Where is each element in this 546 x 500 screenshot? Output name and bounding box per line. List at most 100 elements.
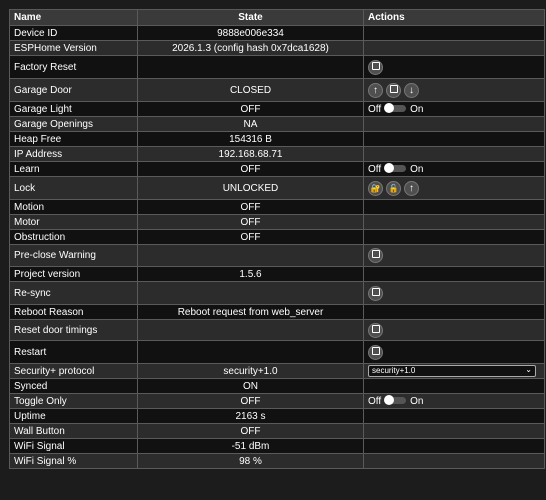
table-row-security-protocol: Security+ protocol security+1.0 security… bbox=[9, 363, 545, 379]
header-name: Name bbox=[9, 9, 138, 26]
row-name: Wall Button bbox=[9, 423, 138, 439]
table-row-lock: Lock UNLOCKED 🔐 🔓 ↑ bbox=[9, 176, 545, 200]
row-actions bbox=[363, 281, 545, 305]
row-name: Device ID bbox=[9, 25, 138, 41]
row-actions: security+1.0 ⌄ bbox=[363, 363, 545, 379]
garage-door-close-button[interactable]: ↓ bbox=[404, 82, 419, 98]
table-row-uptime: Uptime 2163 s bbox=[9, 408, 545, 424]
row-state: OFF bbox=[137, 229, 364, 245]
security-protocol-select[interactable]: security+1.0 ⌄ bbox=[368, 365, 536, 377]
table-row-re-sync: Re-sync bbox=[9, 281, 545, 305]
row-actions: 🔐 🔓 ↑ bbox=[363, 176, 545, 200]
row-name: Project version bbox=[9, 266, 138, 282]
select-value: security+1.0 bbox=[372, 366, 416, 375]
row-name: Pre-close Warning bbox=[9, 244, 138, 267]
row-actions bbox=[363, 408, 545, 424]
row-name: Obstruction bbox=[9, 229, 138, 245]
row-name: Garage Openings bbox=[9, 116, 138, 132]
row-name: Garage Light bbox=[9, 101, 138, 117]
table-header-row: Name State Actions bbox=[9, 9, 545, 26]
row-name: Lock bbox=[9, 176, 138, 200]
toggle-knob bbox=[384, 162, 395, 173]
table-row-restart: Restart bbox=[9, 340, 545, 364]
row-name: Motion bbox=[9, 199, 138, 215]
row-actions bbox=[363, 304, 545, 320]
row-actions: Off On bbox=[363, 101, 545, 117]
garage-door-open-button[interactable]: ↑ bbox=[368, 82, 383, 98]
toggle-only-toggle[interactable] bbox=[384, 394, 407, 405]
table-row-reboot-reason: Reboot Reason Reboot request from web_se… bbox=[9, 304, 545, 320]
row-name: Heap Free bbox=[9, 131, 138, 147]
row-name: Toggle Only bbox=[9, 393, 138, 409]
restart-press-button[interactable] bbox=[368, 344, 383, 360]
stop-square-icon bbox=[371, 287, 380, 296]
table-row-heap-free: Heap Free 154316 B bbox=[9, 131, 545, 147]
row-actions: ↑ ↓ bbox=[363, 78, 545, 102]
stop-square-icon bbox=[371, 324, 380, 333]
row-name: Motor bbox=[9, 214, 138, 230]
row-actions bbox=[363, 199, 545, 215]
row-state: 98 % bbox=[137, 453, 364, 469]
row-state: OFF bbox=[137, 423, 364, 439]
table-row-toggle-only: Toggle Only OFF Off On bbox=[9, 393, 545, 409]
stop-square-icon bbox=[371, 61, 380, 70]
garage-light-toggle[interactable] bbox=[384, 102, 407, 113]
row-state: 2026.1.3 (config hash 0x7dca1628) bbox=[137, 40, 364, 56]
toggle-off-label: Off bbox=[368, 103, 382, 115]
lock-lock-button[interactable]: 🔐 bbox=[368, 180, 383, 196]
arrow-up-icon: ↑ bbox=[409, 182, 414, 194]
stop-square-icon bbox=[371, 250, 380, 259]
toggle-on-label: On bbox=[410, 163, 424, 175]
lock-closed-icon: 🔐 bbox=[370, 183, 381, 193]
row-name: WiFi Signal bbox=[9, 438, 138, 454]
row-name: Reset door timings bbox=[9, 319, 138, 341]
row-name: Security+ protocol bbox=[9, 363, 138, 379]
toggle-on-label: On bbox=[410, 103, 424, 115]
row-state bbox=[137, 340, 364, 364]
row-state: Reboot request from web_server bbox=[137, 304, 364, 320]
row-actions bbox=[363, 453, 545, 469]
arrow-down-icon: ↓ bbox=[409, 84, 414, 96]
row-state bbox=[137, 244, 364, 267]
toggle-on-label: On bbox=[410, 395, 424, 407]
table-row-garage-openings: Garage Openings NA bbox=[9, 116, 545, 132]
row-actions bbox=[363, 131, 545, 147]
row-name: IP Address bbox=[9, 146, 138, 162]
chevron-down-icon: ⌄ bbox=[525, 365, 532, 374]
reset-door-timings-press-button[interactable] bbox=[368, 322, 383, 338]
row-actions: Off On bbox=[363, 161, 545, 177]
factory-reset-press-button[interactable] bbox=[368, 59, 383, 75]
table-row-wifi-signal-percent: WiFi Signal % 98 % bbox=[9, 453, 545, 469]
table-row-ip-address: IP Address 192.168.68.71 bbox=[9, 146, 545, 162]
table-row-pre-close-warning: Pre-close Warning bbox=[9, 244, 545, 267]
row-state bbox=[137, 55, 364, 79]
row-state: NA bbox=[137, 116, 364, 132]
table-row-wifi-signal: WiFi Signal -51 dBm bbox=[9, 438, 545, 454]
toggle-knob bbox=[384, 394, 395, 405]
re-sync-press-button[interactable] bbox=[368, 285, 383, 301]
entity-table: Name State Actions Device ID 9888e006e33… bbox=[9, 9, 545, 469]
garage-door-stop-button[interactable] bbox=[386, 82, 401, 98]
table-row-reset-door-timings: Reset door timings bbox=[9, 319, 545, 341]
toggle-off-label: Off bbox=[368, 395, 382, 407]
row-actions bbox=[363, 116, 545, 132]
learn-toggle[interactable] bbox=[384, 162, 407, 173]
row-state: OFF bbox=[137, 101, 364, 117]
table-row-factory-reset: Factory Reset bbox=[9, 55, 545, 79]
row-name: Learn bbox=[9, 161, 138, 177]
lock-unlock-button[interactable]: 🔓 bbox=[386, 180, 401, 196]
row-state: 1.5.6 bbox=[137, 266, 364, 282]
row-state: 192.168.68.71 bbox=[137, 146, 364, 162]
pre-close-warning-press-button[interactable] bbox=[368, 248, 383, 263]
row-state: OFF bbox=[137, 199, 364, 215]
row-state: 154316 B bbox=[137, 131, 364, 147]
row-state: 2163 s bbox=[137, 408, 364, 424]
lock-open-button[interactable]: ↑ bbox=[404, 180, 419, 196]
row-name: Re-sync bbox=[9, 281, 138, 305]
table-row-garage-door: Garage Door CLOSED ↑ ↓ bbox=[9, 78, 545, 102]
row-actions bbox=[363, 266, 545, 282]
row-actions bbox=[363, 40, 545, 56]
row-state: OFF bbox=[137, 393, 364, 409]
table-row-esphome-version: ESPHome Version 2026.1.3 (config hash 0x… bbox=[9, 40, 545, 56]
row-name: ESPHome Version bbox=[9, 40, 138, 56]
